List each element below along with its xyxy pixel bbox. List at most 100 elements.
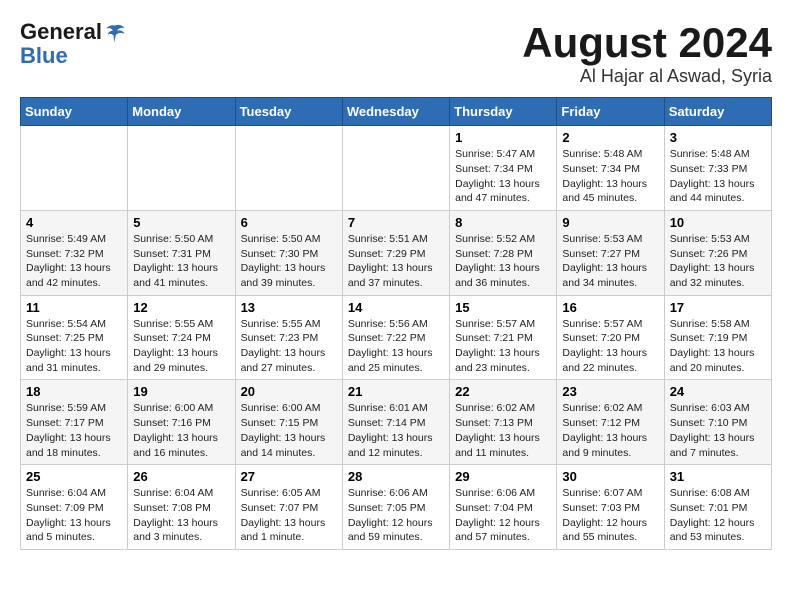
day-number: 21 [348, 384, 444, 399]
day-info: Sunrise: 5:59 AMSunset: 7:17 PMDaylight:… [26, 401, 122, 460]
calendar-cell: 15 Sunrise: 5:57 AMSunset: 7:21 PMDayligh… [450, 295, 557, 380]
calendar-cell: 24 Sunrise: 6:03 AMSunset: 7:10 PMDayligh… [664, 380, 771, 465]
day-number: 12 [133, 300, 229, 315]
day-info: Sunrise: 5:57 AMSunset: 7:20 PMDaylight:… [562, 317, 658, 376]
day-number: 7 [348, 215, 444, 230]
calendar-cell [21, 126, 128, 211]
calendar-cell: 7 Sunrise: 5:51 AMSunset: 7:29 PMDaylight… [342, 210, 449, 295]
day-number: 20 [241, 384, 337, 399]
weekday-header: Tuesday [235, 98, 342, 126]
calendar-cell: 12 Sunrise: 5:55 AMSunset: 7:24 PMDayligh… [128, 295, 235, 380]
day-info: Sunrise: 5:50 AMSunset: 7:30 PMDaylight:… [241, 232, 337, 291]
day-number: 16 [562, 300, 658, 315]
day-info: Sunrise: 5:49 AMSunset: 7:32 PMDaylight:… [26, 232, 122, 291]
calendar-cell: 25Sunrise: 6:04 AMSunset: 7:09 PMDayligh… [21, 465, 128, 550]
weekday-header: Friday [557, 98, 664, 126]
calendar-cell: 22Sunrise: 6:02 AMSunset: 7:13 PMDayligh… [450, 380, 557, 465]
day-number: 29 [455, 469, 551, 484]
day-info: Sunrise: 5:56 AMSunset: 7:22 PMDaylight:… [348, 317, 444, 376]
calendar-cell: 5 Sunrise: 5:50 AMSunset: 7:31 PMDaylight… [128, 210, 235, 295]
weekday-header: Saturday [664, 98, 771, 126]
calendar-cell: 26 Sunrise: 6:04 AMSunset: 7:08 PMDayligh… [128, 465, 235, 550]
day-number: 26 [133, 469, 229, 484]
calendar-week-row: 11 Sunrise: 5:54 AMSunset: 7:25 PMDayligh… [21, 295, 772, 380]
calendar-cell: 1 Sunrise: 5:47 AMSunset: 7:34 PMDaylight… [450, 126, 557, 211]
day-info: Sunrise: 5:48 AMSunset: 7:33 PMDaylight:… [670, 147, 766, 206]
day-info: Sunrise: 5:57 AMSunset: 7:21 PMDaylight:… [455, 317, 551, 376]
day-info: Sunrise: 5:55 AMSunset: 7:23 PMDaylight:… [241, 317, 337, 376]
page-title: August 2024 [522, 20, 772, 66]
calendar-cell: 6Sunrise: 5:50 AMSunset: 7:30 PMDaylight… [235, 210, 342, 295]
weekday-header: Wednesday [342, 98, 449, 126]
day-info: Sunrise: 6:07 AMSunset: 7:03 PMDaylight:… [562, 486, 658, 545]
day-number: 15 [455, 300, 551, 315]
calendar-cell: 3 Sunrise: 5:48 AMSunset: 7:33 PMDaylight… [664, 126, 771, 211]
day-number: 30 [562, 469, 658, 484]
day-number: 18 [26, 384, 122, 399]
day-info: Sunrise: 6:01 AMSunset: 7:14 PMDaylight:… [348, 401, 444, 460]
day-number: 9 [562, 215, 658, 230]
calendar-cell: 11 Sunrise: 5:54 AMSunset: 7:25 PMDayligh… [21, 295, 128, 380]
calendar-cell [342, 126, 449, 211]
calendar-cell: 23 Sunrise: 6:02 AMSunset: 7:12 PMDayligh… [557, 380, 664, 465]
weekday-header: Sunday [21, 98, 128, 126]
day-number: 1 [455, 130, 551, 145]
calendar-cell [128, 126, 235, 211]
calendar-cell [235, 126, 342, 211]
day-info: Sunrise: 6:02 AMSunset: 7:12 PMDaylight:… [562, 401, 658, 460]
day-number: 24 [670, 384, 766, 399]
calendar-cell: 8 Sunrise: 5:52 AMSunset: 7:28 PMDaylight… [450, 210, 557, 295]
calendar-cell: 27 Sunrise: 6:05 AMSunset: 7:07 PMDayligh… [235, 465, 342, 550]
calendar-cell: 4 Sunrise: 5:49 AMSunset: 7:32 PMDaylight… [21, 210, 128, 295]
day-number: 27 [241, 469, 337, 484]
calendar-week-row: 18 Sunrise: 5:59 AMSunset: 7:17 PMDayligh… [21, 380, 772, 465]
page-subtitle: Al Hajar al Aswad, Syria [522, 66, 772, 87]
day-info: Sunrise: 6:03 AMSunset: 7:10 PMDaylight:… [670, 401, 766, 460]
day-number: 14 [348, 300, 444, 315]
day-number: 28 [348, 469, 444, 484]
day-info: Sunrise: 6:06 AMSunset: 7:04 PMDaylight:… [455, 486, 551, 545]
weekday-header-row: SundayMondayTuesdayWednesdayThursdayFrid… [21, 98, 772, 126]
page-header: General Blue August 2024 Al Hajar al Asw… [20, 20, 772, 87]
calendar-week-row: 25Sunrise: 6:04 AMSunset: 7:09 PMDayligh… [21, 465, 772, 550]
day-number: 10 [670, 215, 766, 230]
day-info: Sunrise: 5:47 AMSunset: 7:34 PMDaylight:… [455, 147, 551, 206]
day-info: Sunrise: 6:06 AMSunset: 7:05 PMDaylight:… [348, 486, 444, 545]
day-info: Sunrise: 5:53 AMSunset: 7:26 PMDaylight:… [670, 232, 766, 291]
calendar-cell: 16 Sunrise: 5:57 AMSunset: 7:20 PMDayligh… [557, 295, 664, 380]
calendar-cell: 30 Sunrise: 6:07 AMSunset: 7:03 PMDayligh… [557, 465, 664, 550]
day-info: Sunrise: 6:05 AMSunset: 7:07 PMDaylight:… [241, 486, 337, 545]
day-number: 5 [133, 215, 229, 230]
day-number: 11 [26, 300, 122, 315]
calendar-cell: 2 Sunrise: 5:48 AMSunset: 7:34 PMDaylight… [557, 126, 664, 211]
calendar-week-row: 4 Sunrise: 5:49 AMSunset: 7:32 PMDaylight… [21, 210, 772, 295]
day-info: Sunrise: 5:48 AMSunset: 7:34 PMDaylight:… [562, 147, 658, 206]
day-number: 4 [26, 215, 122, 230]
day-number: 22 [455, 384, 551, 399]
title-block: August 2024 Al Hajar al Aswad, Syria [522, 20, 772, 87]
calendar-cell: 28 Sunrise: 6:06 AMSunset: 7:05 PMDayligh… [342, 465, 449, 550]
calendar-cell: 14 Sunrise: 5:56 AMSunset: 7:22 PMDayligh… [342, 295, 449, 380]
calendar-week-row: 1 Sunrise: 5:47 AMSunset: 7:34 PMDaylight… [21, 126, 772, 211]
day-number: 13 [241, 300, 337, 315]
day-info: Sunrise: 5:50 AMSunset: 7:31 PMDaylight:… [133, 232, 229, 291]
day-number: 3 [670, 130, 766, 145]
day-info: Sunrise: 6:00 AMSunset: 7:15 PMDaylight:… [241, 401, 337, 460]
calendar-cell: 18 Sunrise: 5:59 AMSunset: 7:17 PMDayligh… [21, 380, 128, 465]
day-info: Sunrise: 5:55 AMSunset: 7:24 PMDaylight:… [133, 317, 229, 376]
calendar-cell: 29 Sunrise: 6:06 AMSunset: 7:04 PMDayligh… [450, 465, 557, 550]
weekday-header: Monday [128, 98, 235, 126]
day-info: Sunrise: 6:04 AMSunset: 7:08 PMDaylight:… [133, 486, 229, 545]
calendar-cell: 17Sunrise: 5:58 AMSunset: 7:19 PMDayligh… [664, 295, 771, 380]
calendar-cell: 19 Sunrise: 6:00 AMSunset: 7:16 PMDayligh… [128, 380, 235, 465]
calendar-cell: 9Sunrise: 5:53 AMSunset: 7:27 PMDaylight… [557, 210, 664, 295]
day-info: Sunrise: 5:52 AMSunset: 7:28 PMDaylight:… [455, 232, 551, 291]
day-info: Sunrise: 5:54 AMSunset: 7:25 PMDaylight:… [26, 317, 122, 376]
day-number: 8 [455, 215, 551, 230]
day-info: Sunrise: 6:00 AMSunset: 7:16 PMDaylight:… [133, 401, 229, 460]
logo: General Blue [20, 20, 126, 68]
day-number: 23 [562, 384, 658, 399]
day-info: Sunrise: 5:51 AMSunset: 7:29 PMDaylight:… [348, 232, 444, 291]
day-number: 2 [562, 130, 658, 145]
day-number: 19 [133, 384, 229, 399]
